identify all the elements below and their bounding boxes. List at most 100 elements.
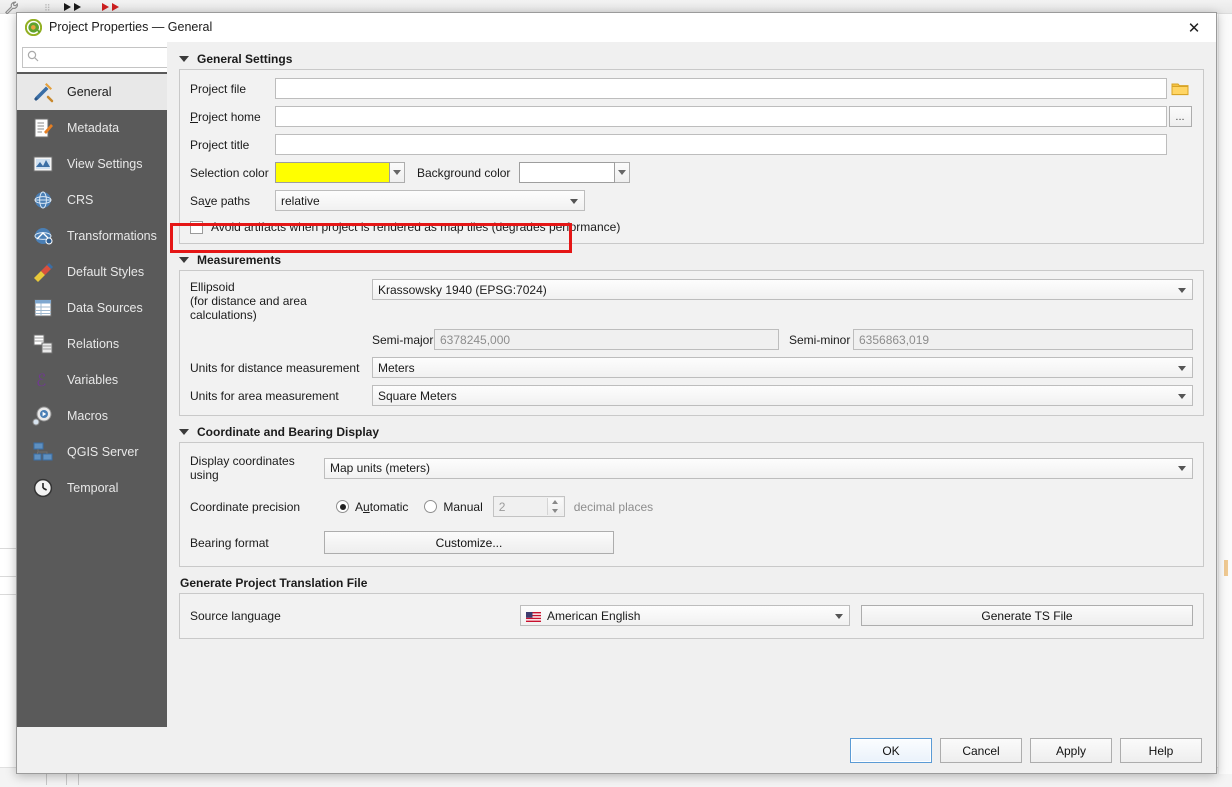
background-color-swatch[interactable] [519,162,616,183]
project-title-input[interactable] [275,134,1167,155]
distance-units-combo[interactable]: Meters [372,357,1193,378]
sidebar-item-label: General [67,85,112,99]
dialog-title: Project Properties — General [49,20,213,34]
ellipsoid-label: Ellipsoid [190,280,235,294]
general-settings-header[interactable]: General Settings [179,52,1204,66]
coordinate-display-title: Coordinate and Bearing Display [197,425,380,439]
spinner-down-icon[interactable] [548,507,563,516]
close-icon[interactable]: ✕ [1172,13,1216,42]
precision-manual-label: Manual [443,499,483,514]
sidebar-item-label: Data Sources [67,301,143,315]
ellipsoid-row: Ellipsoid (for distance and area calcula… [190,279,1193,322]
apply-button[interactable]: Apply [1030,738,1112,763]
semi-major-input [434,329,779,350]
sidebar-item-label: QGIS Server [67,445,139,459]
ellipsoid-combo[interactable]: Krassowsky 1940 (EPSG:7024) [372,279,1193,300]
sidebar-item-general[interactable]: General [17,74,167,110]
search-icon [27,50,39,65]
display-coordinates-combo[interactable]: Map units (meters) [324,457,1193,479]
decimal-places-spinner[interactable]: 2 [492,496,565,517]
coordinate-display-header[interactable]: Coordinate and Bearing Display [179,425,1204,439]
semi-axes-row: Semi-major Semi-minor [190,329,1193,350]
globe-icon [31,188,55,212]
avoid-artifacts-checkbox[interactable] [190,220,203,234]
display-coordinates-row: Display coordinates using Map units (met… [190,454,1193,482]
save-paths-combo[interactable]: relative [275,190,585,211]
chevron-down-icon [1178,466,1186,471]
avoid-artifacts-row: Avoid artifacts when project is rendered… [190,220,1193,234]
folder-icon[interactable] [1167,81,1193,96]
precision-automatic-radio[interactable] [336,500,349,513]
sidebar-item-data-sources[interactable]: Data Sources [17,290,167,326]
general-settings-title: General Settings [197,52,293,66]
area-units-combo[interactable]: Square Meters [372,385,1193,406]
epsilon-icon: ℰ [31,368,55,392]
search-input[interactable] [39,50,187,64]
sidebar-item-qgis-server[interactable]: QGIS Server [17,434,167,470]
translation-header: Generate Project Translation File [179,576,1204,590]
map-view-icon [31,152,55,176]
collapse-triangle-icon [179,429,189,435]
precision-manual-radio[interactable] [424,500,438,513]
chevron-down-icon [570,198,578,204]
ok-button[interactable]: OK [850,738,932,763]
sidebar-item-label: Macros [67,409,108,423]
selection-color-swatch[interactable] [275,162,390,183]
sidebar-item-variables[interactable]: ℰ Variables [17,362,167,398]
project-home-browse-button[interactable]: ... [1168,106,1192,127]
sidebar-item-crs[interactable]: CRS [17,182,167,218]
document-pencil-icon [31,116,55,140]
display-coordinates-label: Display coordinates using [190,454,295,482]
dialog-footer: OK Cancel Apply Help [17,727,1216,773]
sidebar-item-label: Relations [67,337,120,351]
translation-group: Source language American English Generat… [179,593,1204,639]
coordinate-display-group: Display coordinates using Map units (met… [179,442,1204,567]
sidebar-item-temporal[interactable]: Temporal [17,470,167,506]
help-button[interactable]: Help [1120,738,1202,763]
collapse-triangle-icon [179,56,189,62]
ellipsoid-sublabel: (for distance and area calculations) [190,294,307,322]
sidebar-item-label: Transformations [67,229,157,243]
sidebar-item-relations[interactable]: Relations [17,326,167,362]
avoid-artifacts-label: Avoid artifacts when project is rendered… [211,220,621,234]
background-color-label: Background color [417,165,511,180]
cancel-button[interactable]: Cancel [940,738,1022,763]
qgis-logo-icon [25,18,42,36]
measurements-header[interactable]: Measurements [179,253,1204,267]
chevron-down-icon [835,613,843,619]
project-home-input[interactable] [275,106,1167,127]
selection-color-dropdown[interactable] [390,162,405,183]
background-color-dropdown[interactable] [615,162,631,183]
us-flag-icon [526,611,541,622]
generate-ts-file-button[interactable]: Generate TS File [861,605,1193,626]
area-units-row: Units for area measurement Square Meters [190,385,1193,406]
customize-bearing-button[interactable]: Customize... [324,531,614,554]
colors-row: Selection color Background color [190,162,1193,183]
settings-content-general: General Settings Project file Project ho… [167,42,1216,727]
chevron-down-icon [1178,365,1186,371]
general-settings-group: Project file Project home ... Project ti… [179,69,1204,244]
sidebar-item-view-settings[interactable]: View Settings [17,146,167,182]
search-box[interactable] [22,46,188,68]
source-language-combo[interactable]: American English [520,605,850,626]
sidebar-item-macros[interactable]: Macros [17,398,167,434]
sidebar-item-metadata[interactable]: Metadata [17,110,167,146]
sidebar-item-default-styles[interactable]: Default Styles [17,254,167,290]
project-properties-dialog: Project Properties — General ✕ General M… [16,12,1217,774]
sidebar-item-transformations[interactable]: Transformations [17,218,167,254]
table-grid-icon [31,296,55,320]
project-file-row: Project file [190,78,1193,99]
project-file-input[interactable] [275,78,1167,99]
spinner-arrows[interactable] [546,498,563,516]
sidebar-item-label: Metadata [67,121,120,135]
coordinate-precision-row: Coordinate precision Automatic Manual 2 … [190,496,1193,517]
sidebar-item-label: View Settings [67,157,143,171]
background-right-panel [1218,14,1232,774]
source-language-value: American English [547,608,641,623]
sidebar-search-wrap [17,42,188,72]
selection-color-label: Selection color [190,165,269,180]
save-paths-value: relative [281,193,320,208]
project-file-label: Project file [190,81,247,96]
spinner-up-icon[interactable] [548,498,563,507]
dialog-titlebar: Project Properties — General ✕ [17,13,1216,42]
